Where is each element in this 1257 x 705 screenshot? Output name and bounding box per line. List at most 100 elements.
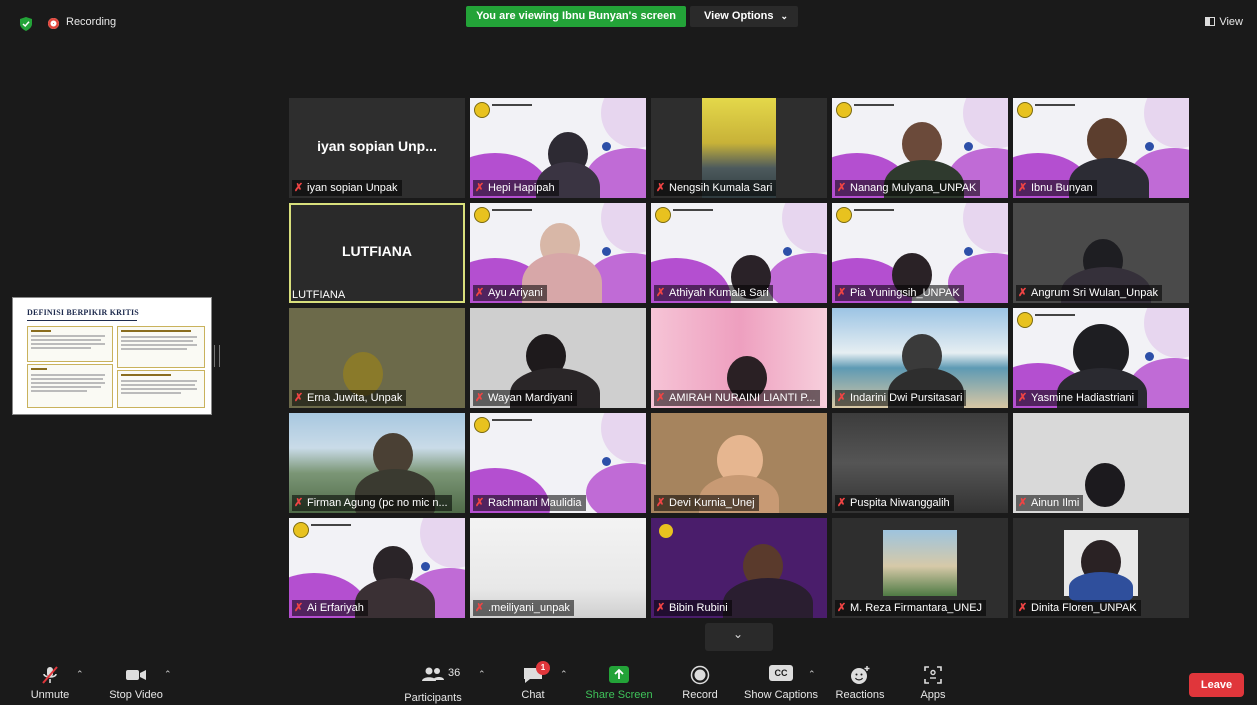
participant-name-label: ✗ Dinita Floren_UNPAK — [1016, 600, 1141, 616]
university-logo-icon — [474, 417, 490, 433]
video-tile[interactable]: ✗ Devi Kurnia_Unej — [651, 413, 827, 513]
slide-text-line — [121, 384, 195, 386]
video-tile[interactable]: ✗ Hepi Hapipah — [470, 98, 646, 198]
participant-photo — [883, 530, 957, 596]
video-tile[interactable]: ✗ Firman Agung (pc no mic n... — [289, 413, 465, 513]
slide-heading-line — [121, 374, 171, 376]
video-tile[interactable]: ✗ Dinita Floren_UNPAK — [1013, 518, 1189, 618]
participant-name-label: ✗ .meiliyani_unpak — [473, 600, 574, 616]
video-tile-active-speaker[interactable]: LUTFIANA LUTFIANA — [289, 203, 465, 303]
smiley-plus-icon — [851, 666, 870, 684]
participant-name-label: ✗ Pia Yuningsih_UNPAK — [835, 285, 964, 301]
stop-video-button[interactable]: Stop Video — [104, 665, 168, 701]
video-tile[interactable]: ✗ .meiliyani_unpak — [470, 518, 646, 618]
video-tile[interactable]: ✗ Erna Juwita, Unpak — [289, 308, 465, 408]
participant-name-label: ✗ Ainun Ilmi — [1016, 495, 1084, 511]
video-tile[interactable]: ✗ Wayan Mardiyani — [470, 308, 646, 408]
participants-button[interactable]: 36 Participants — [400, 665, 466, 704]
slide-text-line — [121, 388, 197, 390]
muted-mic-icon: ✗ — [475, 287, 485, 299]
show-toolbar-button[interactable]: ⌄ — [705, 623, 773, 651]
video-tile[interactable]: ✗ Nengsih Kumala Sari — [651, 98, 827, 198]
video-tile[interactable]: ✗ AMIRAH NURAINI LIANTI P... — [651, 308, 827, 408]
share-screen-button[interactable]: Share Screen — [585, 665, 653, 701]
slide-heading-line — [31, 330, 51, 332]
participant-name-label: ✗ Nengsih Kumala Sari — [654, 180, 777, 196]
slide-heading-line — [121, 330, 191, 332]
participant-name-label: ✗ Ai Erfariyah — [292, 600, 368, 616]
university-logo-icon — [836, 207, 852, 223]
video-options-caret[interactable]: ⌃ — [164, 669, 172, 680]
slide-text-line — [31, 335, 105, 337]
leave-button[interactable]: Leave — [1189, 673, 1244, 697]
chat-options-caret[interactable]: ⌃ — [560, 669, 568, 680]
video-tile[interactable]: iyan sopian Unp... ✗ iyan sopian Unpak — [289, 98, 465, 198]
participant-body — [1069, 572, 1133, 602]
muted-mic-icon: ✗ — [837, 497, 847, 509]
video-tile[interactable]: ✗ Indarini Dwi Pursitasari — [832, 308, 1008, 408]
video-tile[interactable]: ✗ Angrum Sri Wulan_Unpak — [1013, 203, 1189, 303]
video-tile[interactable]: ✗ Rachmani Maulidia — [470, 413, 646, 513]
shared-screen-thumbnail[interactable]: DEFINISI BERPIKIR KRITIS — [12, 297, 212, 415]
participant-name-label: ✗ Erna Juwita, Unpak — [292, 390, 407, 406]
participant-name-label: ✗ iyan sopian Unpak — [292, 180, 402, 196]
slide-title: DEFINISI BERPIKIR KRITIS — [27, 308, 139, 317]
video-tile[interactable]: ✗ Pia Yuningsih_UNPAK — [832, 203, 1008, 303]
participants-count: 36 — [448, 667, 461, 679]
muted-mic-icon: ✗ — [837, 392, 847, 404]
muted-mic-icon: ✗ — [294, 602, 304, 614]
show-captions-label: Show Captions — [744, 689, 818, 701]
muted-mic-icon: ✗ — [294, 497, 304, 509]
video-tile[interactable]: ✗ M. Reza Firmantara_UNEJ — [832, 518, 1008, 618]
slide-text-line — [121, 336, 197, 338]
participant-name-label: ✗ Hepi Hapipah — [473, 180, 559, 196]
recording-label[interactable]: Recording — [66, 16, 116, 28]
video-tile[interactable]: ✗ Bibin Rubini — [651, 518, 827, 618]
slide-text-line — [31, 382, 105, 384]
video-tile[interactable]: ✗ Ai Erfariyah — [289, 518, 465, 618]
apps-button[interactable]: Apps — [916, 665, 950, 701]
recording-icon[interactable] — [48, 18, 59, 29]
chat-button[interactable]: 1 Chat — [516, 661, 550, 701]
slide-text-line — [121, 348, 187, 350]
muted-mic-icon: ✗ — [656, 497, 666, 509]
muted-mic-icon: ✗ — [1018, 182, 1028, 194]
record-button[interactable]: Record — [680, 665, 720, 701]
video-tile[interactable]: ✗ Nanang Mulyana_UNPAK — [832, 98, 1008, 198]
muted-microphone-icon — [42, 666, 58, 684]
view-options-label: View Options — [704, 10, 774, 22]
shield-icon[interactable] — [20, 17, 32, 31]
video-tile[interactable]: ✗ Puspita Niwanggalih — [832, 413, 1008, 513]
slide-text-box — [117, 326, 205, 368]
reactions-button[interactable]: Reactions — [834, 665, 886, 701]
slide-text-line — [31, 339, 101, 341]
captions-options-caret[interactable]: ⌃ — [808, 669, 816, 680]
video-tile[interactable]: ✗ Ayu Ariyani — [470, 203, 646, 303]
video-tile[interactable]: ✗ Ainun Ilmi — [1013, 413, 1189, 513]
video-tile[interactable]: ✗ Athiyah Kumala Sari — [651, 203, 827, 303]
muted-mic-icon: ✗ — [475, 602, 485, 614]
audio-options-caret[interactable]: ⌃ — [76, 669, 84, 680]
slide-heading-line — [31, 368, 47, 370]
view-options-button[interactable]: View Options ⌄ — [690, 6, 798, 27]
slide-text-line — [31, 343, 105, 345]
participant-name-label: ✗ Ibnu Bunyan — [1016, 180, 1097, 196]
muted-mic-icon: ✗ — [475, 392, 485, 404]
slide-text-line — [121, 344, 197, 346]
participants-options-caret[interactable]: ⌃ — [478, 669, 486, 680]
unmute-label: Unmute — [30, 689, 70, 701]
participant-name-label: ✗ Wayan Mardiyani — [473, 390, 577, 406]
top-bar: Recording You are viewing Ibnu Bunyan's … — [0, 0, 1257, 48]
participant-video — [1085, 463, 1125, 507]
view-button[interactable]: View — [1205, 16, 1243, 28]
record-label: Record — [682, 689, 718, 701]
video-tile[interactable]: ✗ Yasmine Hadiastriani — [1013, 308, 1189, 408]
split-view-handle[interactable] — [214, 345, 220, 367]
muted-mic-icon: ✗ — [1018, 497, 1028, 509]
participant-name-label: ✗ Ayu Ariyani — [473, 285, 547, 301]
video-tile[interactable]: ✗ Ibnu Bunyan — [1013, 98, 1189, 198]
slide-text-line — [121, 392, 181, 394]
unmute-button[interactable]: Unmute — [28, 665, 72, 701]
participant-name-label: ✗ Angrum Sri Wulan_Unpak — [1016, 285, 1162, 301]
participants-icon — [422, 667, 444, 681]
